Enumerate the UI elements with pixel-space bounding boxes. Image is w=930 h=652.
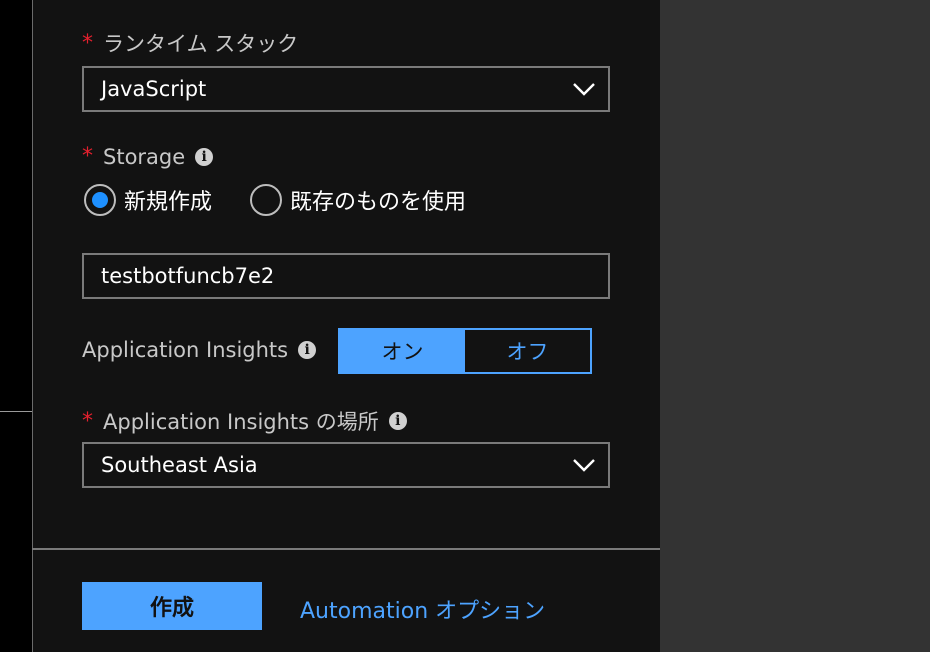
app-insights-label-row: Application Insights i — [82, 338, 317, 362]
app-insights-toggle[interactable]: オン オフ — [338, 328, 592, 374]
chevron-down-icon — [564, 68, 604, 110]
info-icon[interactable]: i — [195, 147, 214, 166]
app-insights-location-value: Southeast Asia — [101, 453, 258, 477]
runtime-stack-label: ランタイム スタック — [103, 32, 299, 56]
storage-radio-use-existing-label: 既存のものを使用 — [290, 190, 467, 215]
left-pane — [0, 0, 32, 652]
radio-selected-icon — [84, 184, 116, 216]
footer-divider — [32, 548, 660, 550]
required-asterisk: * — [82, 408, 93, 434]
app-insights-location-label: Application Insights の場所 — [103, 410, 379, 434]
storage-name-value: testbotfuncb7e2 — [101, 264, 275, 288]
app-insights-off-option[interactable]: オフ — [465, 330, 590, 372]
storage-label-row: * Storage i — [82, 144, 214, 169]
required-asterisk: * — [82, 144, 93, 169]
app-insights-label: Application Insights — [82, 338, 289, 362]
radio-unselected-icon — [250, 184, 282, 216]
automation-options-link[interactable]: Automation オプション — [300, 593, 545, 625]
info-icon[interactable]: i — [298, 341, 317, 359]
create-button[interactable]: 作成 — [82, 582, 262, 630]
left-pane-divider — [0, 411, 32, 412]
info-icon[interactable]: i — [388, 412, 407, 430]
runtime-stack-select[interactable]: JavaScript — [82, 66, 610, 112]
app-insights-on-option[interactable]: オン — [340, 330, 465, 372]
storage-radio-create-new-label: 新規作成 — [124, 190, 213, 215]
app-insights-location-label-row: * Application Insights の場所 i — [82, 406, 407, 436]
storage-name-input[interactable]: testbotfuncb7e2 — [82, 253, 610, 299]
runtime-stack-value: JavaScript — [101, 77, 207, 101]
right-background-pane — [660, 0, 930, 652]
storage-radio-create-new[interactable]: 新規作成 — [84, 184, 212, 216]
app-insights-location-select[interactable]: Southeast Asia — [82, 442, 610, 488]
storage-label: Storage — [103, 144, 186, 169]
chevron-down-icon — [564, 444, 604, 486]
storage-radio-use-existing[interactable]: 既存のものを使用 — [250, 184, 466, 216]
runtime-stack-label-row: * ランタイム スタック — [82, 28, 298, 58]
required-asterisk: * — [82, 30, 93, 56]
